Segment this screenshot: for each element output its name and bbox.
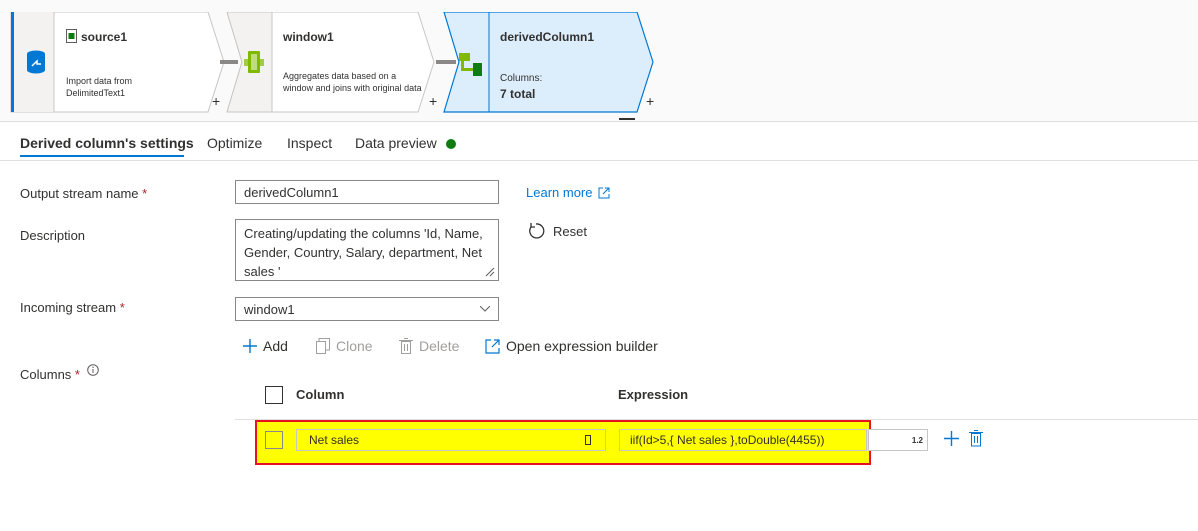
- add-after-window-button[interactable]: +: [429, 93, 437, 109]
- open-builder-label: Open expression builder: [506, 338, 658, 354]
- window-node-description: Aggregates data based on a window and jo…: [283, 71, 422, 93]
- window-transform-icon: [244, 51, 264, 73]
- incoming-stream-select[interactable]: window1: [235, 297, 499, 321]
- add-button[interactable]: Add: [243, 338, 288, 354]
- required-mark: *: [119, 300, 125, 315]
- external-link-icon: [598, 187, 610, 198]
- derived-column-columns-total: 7 total: [500, 87, 536, 101]
- clone-icon: [316, 338, 330, 354]
- add-label: Add: [263, 338, 288, 354]
- trash-icon: [399, 338, 413, 354]
- column-header: Column: [296, 387, 345, 402]
- file-icon: [66, 29, 77, 43]
- info-icon[interactable]: [87, 364, 99, 376]
- row-checkbox[interactable]: [265, 431, 283, 449]
- reset-label: Reset: [553, 223, 587, 239]
- description-label: Description: [20, 228, 86, 243]
- tab-optimize[interactable]: Optimize: [207, 135, 262, 151]
- add-after-source-button[interactable]: +: [212, 93, 220, 109]
- expression-header: Expression: [618, 387, 689, 402]
- status-dot: [446, 139, 456, 149]
- reset-button[interactable]: Reset: [527, 222, 587, 240]
- data-type-badge: 1.2: [868, 429, 928, 451]
- description-textarea[interactable]: Creating/updating the columns 'Id, Name,…: [235, 219, 499, 281]
- tab-inspect[interactable]: Inspect: [287, 135, 332, 151]
- clone-label: Clone: [336, 338, 373, 354]
- plus-icon: [243, 339, 257, 353]
- delete-label: Delete: [419, 338, 460, 354]
- learn-more-link[interactable]: Learn more: [526, 185, 610, 200]
- reset-icon: [529, 223, 545, 239]
- expression-input[interactable]: iif(Id>5,{ Net sales },toDouble(4455)): [619, 429, 867, 451]
- required-mark: *: [74, 367, 80, 382]
- derived-column-columns-label: Columns:: [500, 73, 543, 84]
- output-stream-label-text: Output stream name: [20, 186, 139, 201]
- add-row-icon[interactable]: [944, 431, 959, 446]
- column-list-icon: [585, 435, 591, 445]
- divider: [0, 160, 1198, 161]
- incoming-stream-label-text: Incoming stream: [20, 300, 117, 315]
- required-mark: *: [142, 186, 148, 201]
- clone-button[interactable]: Clone: [316, 338, 373, 354]
- tab-data-preview[interactable]: Data preview: [355, 135, 437, 151]
- window-node-title: window1: [283, 30, 334, 44]
- resize-grip-icon[interactable]: [485, 267, 495, 277]
- derived-column-node-title: derivedColumn1: [500, 30, 595, 44]
- tab-settings[interactable]: Derived column's settings: [20, 135, 194, 151]
- active-tab-indicator: [20, 155, 184, 157]
- external-link-icon: [485, 338, 500, 354]
- open-expression-builder-button[interactable]: Open expression builder: [485, 338, 658, 354]
- column-name-input[interactable]: Net sales: [296, 429, 606, 451]
- chevron-down-icon: [480, 306, 490, 312]
- output-stream-label: Output stream name *: [20, 186, 147, 201]
- incoming-stream-label: Incoming stream *: [20, 300, 125, 315]
- incoming-stream-value: window1: [244, 302, 295, 317]
- source-node-title: source1: [81, 30, 128, 44]
- columns-label: Columns *: [20, 367, 80, 382]
- add-after-derived-button[interactable]: +: [646, 93, 654, 109]
- select-all-checkbox[interactable]: [265, 386, 283, 404]
- delete-row-icon[interactable]: [969, 430, 983, 447]
- database-icon: [27, 50, 45, 74]
- source-node-description: Import data from DelimitedText1: [66, 76, 133, 98]
- derived-column-icon: [459, 53, 482, 76]
- delete-button[interactable]: Delete: [399, 338, 459, 354]
- resize-handle[interactable]: [619, 118, 635, 120]
- output-stream-input[interactable]: derivedColumn1: [235, 180, 499, 204]
- learn-more-text: Learn more: [526, 185, 593, 200]
- pipeline-canvas: source1 Import data from DelimitedText1 …: [0, 0, 1198, 122]
- columns-label-text: Columns: [20, 367, 72, 382]
- column-name-value: Net sales: [309, 433, 360, 447]
